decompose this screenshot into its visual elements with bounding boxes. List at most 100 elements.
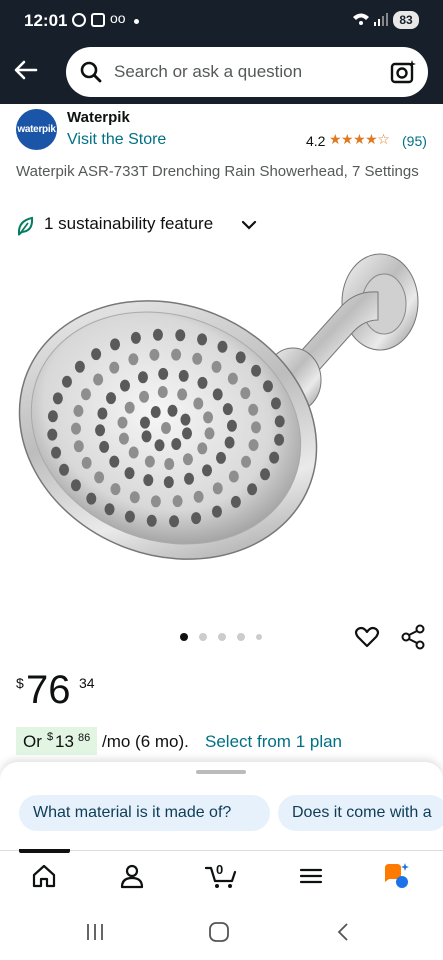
nozzle <box>128 353 139 366</box>
carousel-dot[interactable] <box>237 633 245 641</box>
nozzle <box>184 472 195 485</box>
nozzle <box>204 427 215 440</box>
question-chip[interactable]: What material is it made of? <box>19 795 270 831</box>
status-time: 12:01 <box>24 11 68 30</box>
nozzle <box>274 433 285 446</box>
showerhead-image <box>18 253 419 560</box>
user-icon[interactable] <box>118 862 146 890</box>
nozzle <box>97 407 108 420</box>
nozzle <box>226 419 237 432</box>
screenshot-icon <box>91 13 105 27</box>
nozzle <box>167 404 178 417</box>
nozzle <box>95 424 106 437</box>
app-header: 12:01 oo 83 Search or ask a question <box>0 0 443 104</box>
nozzle <box>250 421 261 434</box>
nozzle <box>248 439 259 452</box>
cart-count: 0 <box>216 862 224 877</box>
nozzle <box>119 379 130 392</box>
question-chip[interactable]: Does it come with a <box>278 795 443 831</box>
nozzle <box>177 388 188 401</box>
select-plan-link[interactable]: Select from 1 plan <box>205 732 342 752</box>
nozzle <box>180 413 191 426</box>
leaf-icon <box>17 216 34 236</box>
camera-search-icon[interactable] <box>389 58 417 86</box>
star-rating-icon[interactable]: ★★★★☆ <box>329 131 390 148</box>
nozzle <box>130 331 141 344</box>
nozzle <box>230 495 241 508</box>
nozzle <box>152 328 163 341</box>
nozzle <box>191 512 202 525</box>
nozzle <box>202 464 213 477</box>
home-button-icon[interactable] <box>208 921 230 943</box>
nozzle <box>73 404 84 417</box>
nozzle <box>141 430 152 443</box>
carousel-dot[interactable] <box>218 633 226 641</box>
nozzle <box>211 360 222 373</box>
nozzle <box>197 333 208 346</box>
carousel-dot[interactable] <box>256 634 262 640</box>
nozzle <box>150 495 161 508</box>
heart-icon[interactable] <box>354 624 380 650</box>
chevron-down-icon[interactable] <box>240 218 258 232</box>
nozzle <box>274 415 285 428</box>
nozzle <box>161 422 171 434</box>
nozzle <box>124 401 135 414</box>
nozzle <box>51 446 62 459</box>
nozzle <box>154 439 165 452</box>
system-nav-bar <box>0 904 443 960</box>
nozzle <box>74 360 85 373</box>
nozzle <box>197 376 208 389</box>
review-count-link[interactable]: (95) <box>402 133 427 149</box>
nozzle <box>215 451 226 464</box>
nozzle <box>124 467 135 480</box>
price-whole: 76 <box>26 668 71 712</box>
voicemail-icon: oo <box>110 10 126 26</box>
nozzle <box>91 348 102 361</box>
home-icon[interactable] <box>30 862 58 890</box>
brand-logo[interactable]: waterpik <box>16 109 57 150</box>
nozzle <box>157 386 168 399</box>
battery-icon: 83 <box>393 11 419 29</box>
product-image[interactable] <box>18 250 428 560</box>
nozzle <box>109 361 120 374</box>
nozzle <box>61 375 72 388</box>
nozzle <box>104 503 115 516</box>
nozzle <box>146 514 157 527</box>
recent-apps-icon[interactable] <box>84 922 106 942</box>
nozzle <box>175 329 186 342</box>
rufus-icon[interactable] <box>383 862 411 890</box>
nozzle <box>52 392 63 405</box>
nozzle <box>139 416 150 429</box>
nozzle <box>110 483 121 496</box>
nozzle <box>70 479 81 492</box>
installment-prefix: Or <box>23 732 42 751</box>
search-input[interactable]: Search or ask a question <box>114 62 302 82</box>
nozzle <box>163 476 174 489</box>
nozzle <box>197 442 208 455</box>
carousel-dot[interactable] <box>199 633 207 641</box>
nozzle <box>248 403 259 416</box>
menu-icon[interactable] <box>297 862 325 890</box>
nozzle <box>193 490 204 503</box>
nozzle <box>86 492 97 505</box>
search-bar[interactable]: Search or ask a question <box>66 47 428 97</box>
nozzle <box>129 491 140 504</box>
nozzle <box>228 470 239 483</box>
back-button[interactable] <box>10 54 42 86</box>
price-fraction: 34 <box>79 675 95 691</box>
sustainability-feature-link[interactable]: 1 sustainability feature <box>44 214 213 234</box>
nozzle <box>137 371 148 384</box>
brand-name: Waterpik <box>67 109 130 126</box>
nozzle <box>73 440 84 453</box>
nozzle <box>211 505 222 518</box>
nozzle <box>172 495 183 508</box>
back-nav-icon[interactable] <box>334 921 352 943</box>
share-icon[interactable] <box>400 624 426 650</box>
nozzle <box>118 432 129 445</box>
carousel-dot[interactable] <box>180 633 188 641</box>
sheet-drag-handle[interactable] <box>196 770 246 774</box>
nozzle <box>144 455 155 468</box>
nozzle <box>47 410 58 423</box>
nozzle <box>241 455 252 468</box>
visit-store-link[interactable]: Visit the Store <box>67 131 166 149</box>
